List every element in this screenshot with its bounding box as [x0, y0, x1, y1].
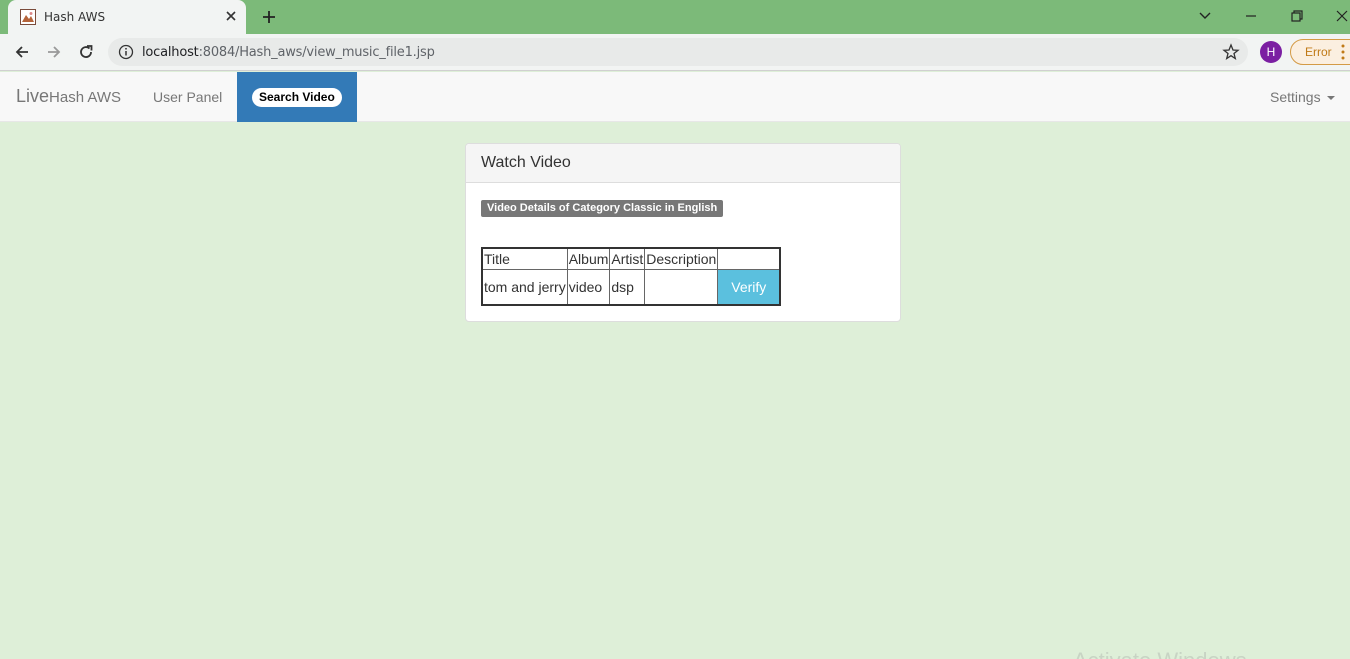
reload-icon[interactable] [76, 42, 96, 62]
restore-icon[interactable] [1287, 6, 1307, 26]
tab-title: Hash AWS [44, 10, 106, 24]
profile-avatar[interactable]: H [1260, 41, 1282, 63]
bookmark-star-icon[interactable] [1222, 43, 1240, 61]
brand[interactable]: LiveHash AWS [16, 86, 121, 107]
tab-search-chevron-icon[interactable] [1195, 6, 1215, 26]
video-details-table: Title Album Artist Description tom and j… [481, 247, 782, 306]
url-host: localhost [142, 45, 199, 60]
cell-artist: dsp [609, 268, 646, 305]
column-header: Title [481, 247, 568, 270]
brand-name: Hash AWS [49, 89, 121, 106]
watch-video-panel: Watch Video Video Details of Category Cl… [465, 143, 901, 322]
address-bar[interactable]: localhost:8084/Hash_aws/view_music_file1… [108, 38, 1248, 66]
caret-down-icon [1326, 96, 1335, 101]
new-tab-icon[interactable] [260, 8, 278, 26]
table-row: tom and jerry video dsp Verify [481, 268, 781, 305]
column-header: Description [644, 247, 719, 270]
site-info-icon[interactable] [118, 44, 134, 60]
forward-icon[interactable] [44, 42, 64, 62]
browser-toolbar: localhost:8084/Hash_aws/view_music_file1… [0, 34, 1350, 71]
url-text: localhost:8084/Hash_aws/view_music_file1… [142, 45, 435, 60]
activate-windows-watermark: Activate Windows [1073, 648, 1247, 659]
cell-description [644, 268, 719, 305]
table-header-row: Title Album Artist Description [481, 247, 781, 270]
minimize-icon[interactable] [1241, 6, 1261, 26]
cell-album: video [566, 268, 611, 305]
settings-label: Settings [1270, 89, 1321, 105]
close-tab-icon[interactable] [222, 7, 240, 25]
nav-user-panel[interactable]: User Panel [153, 89, 222, 105]
cell-title: tom and jerry [481, 268, 568, 305]
verify-button[interactable]: Verify [718, 269, 780, 304]
panel-heading: Watch Video [466, 144, 900, 183]
close-window-icon[interactable] [1332, 6, 1350, 26]
column-header: Artist [609, 247, 646, 270]
menu-dots-icon[interactable] [1340, 43, 1346, 61]
back-icon[interactable] [12, 42, 32, 62]
nav-search-video-label: Search Video [252, 88, 342, 107]
category-label: Video Details of Category Classic in Eng… [481, 200, 724, 217]
nav-search-video[interactable]: Search Video [237, 72, 357, 122]
column-header: Album [566, 247, 611, 270]
url-path: :8084/Hash_aws/view_music_file1.jsp [198, 45, 435, 60]
brand-live: Live [16, 86, 50, 106]
app-navbar: LiveHash AWS User Panel Search Video Set… [0, 72, 1350, 122]
browser-tab-strip: Hash AWS [0, 0, 1350, 34]
favicon-icon [20, 9, 36, 25]
column-header [717, 247, 781, 270]
cell-action: Verify [717, 268, 781, 305]
browser-tab[interactable]: Hash AWS [8, 0, 246, 34]
settings-dropdown[interactable]: Settings [1270, 89, 1335, 105]
